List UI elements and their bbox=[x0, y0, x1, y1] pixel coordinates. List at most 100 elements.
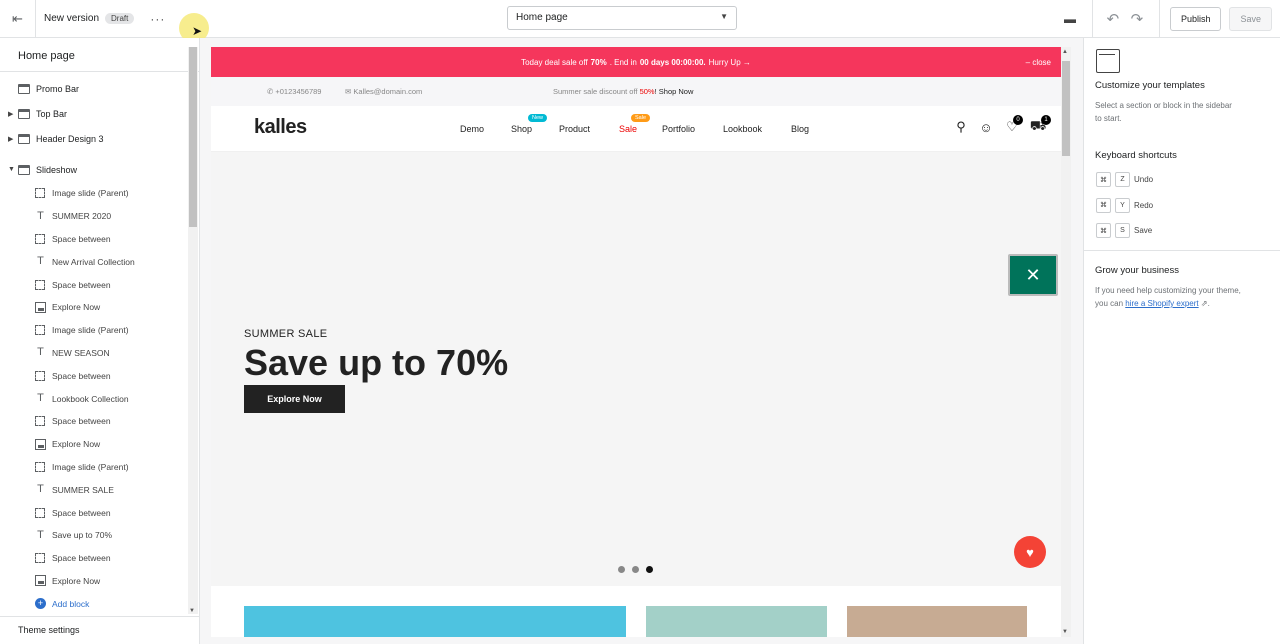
customize-desc: Select a section or block in the sidebar… bbox=[1095, 101, 1232, 123]
cursor-icon: ➤ bbox=[192, 24, 203, 38]
block-item[interactable]: Image slide (Parent) bbox=[0, 182, 188, 205]
shop-now-link[interactable]: ! Shop Now bbox=[655, 87, 694, 96]
scrollbar-thumb[interactable] bbox=[1062, 61, 1070, 156]
banner-3[interactable] bbox=[847, 606, 1027, 637]
store-topbar: ✆ +0123456789 ✉ Kalles@domain.com Summer… bbox=[211, 77, 1061, 106]
section-slideshow[interactable]: ▼ Slideshow bbox=[0, 157, 188, 182]
heart-icon: ♥ bbox=[1026, 544, 1034, 560]
section-promo-bar[interactable]: Promo Bar bbox=[0, 76, 188, 101]
publish-button[interactable]: Publish bbox=[1169, 7, 1222, 31]
scrollbar-thumb[interactable] bbox=[189, 47, 197, 227]
block-item[interactable]: T Save up to 70% bbox=[0, 524, 188, 547]
scroll-down-arrow[interactable]: ▼ bbox=[189, 608, 195, 614]
block-item[interactable]: T New Arrival Collection bbox=[0, 250, 188, 273]
nav-sale[interactable]: Sale bbox=[619, 124, 637, 134]
nav-product[interactable]: Product bbox=[559, 124, 590, 134]
tools-button[interactable]: ✕ bbox=[1008, 254, 1058, 296]
desktop-icon[interactable]: ▬ bbox=[1060, 9, 1080, 29]
command-key-icon: ⌘ bbox=[1096, 197, 1111, 213]
text-icon: T bbox=[37, 392, 44, 405]
section-list: Promo Bar ▶ Top Bar ▶ Header Design 3 ▼ … bbox=[0, 76, 188, 615]
new-badge: New bbox=[528, 114, 548, 122]
shortcuts-title: Keyboard shortcuts bbox=[1095, 150, 1177, 161]
exit-button[interactable]: ⇤ bbox=[0, 0, 36, 38]
text-icon: T bbox=[37, 528, 44, 541]
sections-panel: Home page Promo Bar ▶ Top Bar ▶ Header D… bbox=[0, 38, 200, 644]
hero-slideshow: SUMMER SALE Save up to 70% Explore Now ✕… bbox=[211, 152, 1061, 586]
button-icon bbox=[35, 438, 46, 450]
tools-icon: ✕ bbox=[1025, 264, 1041, 285]
command-key-icon: ⌘ bbox=[1096, 172, 1111, 187]
sale-badge: Sale bbox=[631, 114, 651, 122]
plus-icon: + bbox=[35, 598, 46, 610]
block-item[interactable]: T SUMMER SALE bbox=[0, 478, 188, 501]
block-item[interactable]: Image slide (Parent) bbox=[0, 456, 188, 479]
slide-dot-3[interactable] bbox=[646, 566, 653, 573]
block-item[interactable]: T SUMMER 2020 bbox=[0, 205, 188, 228]
scroll-up-arrow[interactable]: ▲ bbox=[1062, 49, 1068, 55]
slide-dot-1[interactable] bbox=[618, 566, 625, 573]
block-item[interactable]: T NEW SEASON bbox=[0, 342, 188, 365]
spacer-icon bbox=[35, 325, 45, 336]
undo-icon[interactable]: ↶ bbox=[1101, 7, 1125, 31]
text-icon: T bbox=[37, 209, 44, 222]
nav-blog[interactable]: Blog bbox=[791, 124, 809, 134]
nav-demo[interactable]: Demo bbox=[460, 124, 484, 134]
block-item[interactable]: Explore Now bbox=[0, 296, 188, 319]
section-icon bbox=[18, 133, 30, 144]
nav-lookbook[interactable]: Lookbook bbox=[723, 124, 762, 134]
promo-close-button[interactable]: – close bbox=[1026, 58, 1051, 67]
block-item[interactable]: Space between bbox=[0, 547, 188, 570]
nav-portfolio[interactable]: Portfolio bbox=[662, 124, 695, 134]
nav-shop[interactable]: Shop bbox=[511, 124, 532, 134]
block-item[interactable]: Space between bbox=[0, 228, 188, 251]
store-preview: Today deal sale off 70% . End in 00 days… bbox=[211, 47, 1061, 637]
redo-icon[interactable]: ↷ bbox=[1125, 7, 1149, 31]
theme-settings-link[interactable]: Theme settings bbox=[0, 616, 200, 644]
chevron-right-icon[interactable]: ▶ bbox=[8, 110, 13, 118]
account-icon[interactable]: ☺ bbox=[978, 119, 994, 135]
explore-now-button[interactable]: Explore Now bbox=[244, 385, 345, 413]
search-icon[interactable]: ⚲ bbox=[953, 119, 969, 135]
block-item[interactable]: Explore Now bbox=[0, 570, 188, 593]
block-item[interactable]: Space between bbox=[0, 364, 188, 387]
page-select[interactable]: Home page ▼ bbox=[507, 6, 737, 30]
shortcut-row: ⌘ Z Undo bbox=[1096, 172, 1153, 187]
block-item[interactable]: Space between bbox=[0, 410, 188, 433]
text-icon: T bbox=[37, 255, 44, 268]
store-logo[interactable]: kalles bbox=[254, 116, 307, 139]
store-header: kalles Demo Shop New Product Sale Sale P… bbox=[211, 106, 1061, 152]
hurry-up-link[interactable]: Hurry Up → bbox=[709, 58, 751, 67]
scroll-down-arrow[interactable]: ▼ bbox=[1062, 629, 1068, 635]
chevron-right-icon[interactable]: ▶ bbox=[8, 135, 13, 143]
preview-scrollbar[interactable]: ▲ ▼ bbox=[1061, 47, 1071, 637]
wishlist-float-button[interactable]: ♥ bbox=[1014, 536, 1046, 568]
promo-countdown: 00 days 00:00:00. bbox=[639, 57, 706, 67]
chevron-down-icon[interactable]: ▼ bbox=[8, 166, 15, 173]
banner-2[interactable] bbox=[646, 606, 827, 637]
shortcut-label: Undo bbox=[1134, 175, 1154, 184]
banner-1[interactable] bbox=[244, 606, 626, 637]
add-block-button[interactable]: + Add block bbox=[0, 592, 188, 615]
section-header[interactable]: ▶ Header Design 3 bbox=[0, 126, 188, 151]
slide-dot-2[interactable] bbox=[632, 566, 639, 573]
spacer-icon bbox=[35, 188, 45, 199]
spacer-icon bbox=[35, 461, 45, 472]
more-actions-button[interactable]: ··· bbox=[150, 12, 165, 26]
promo-bar[interactable]: Today deal sale off 70% . End in 00 days… bbox=[211, 47, 1061, 77]
shortcut-key: S bbox=[1115, 223, 1130, 238]
block-item[interactable]: Image slide (Parent) bbox=[0, 319, 188, 342]
wishlist-count: 0 bbox=[1013, 115, 1023, 125]
section-top-bar[interactable]: ▶ Top Bar bbox=[0, 101, 188, 126]
save-button[interactable]: Save bbox=[1229, 7, 1272, 31]
sidebar-scrollbar[interactable]: ▼ bbox=[188, 47, 198, 614]
block-item[interactable]: Space between bbox=[0, 273, 188, 296]
block-item[interactable]: Explore Now bbox=[0, 433, 188, 456]
block-item[interactable]: T Lookbook Collection bbox=[0, 387, 188, 410]
hire-expert-link[interactable]: hire a Shopify expert bbox=[1125, 299, 1198, 308]
text-icon: T bbox=[37, 483, 44, 496]
block-item[interactable]: Space between bbox=[0, 501, 188, 524]
button-icon bbox=[35, 575, 46, 587]
spacer-icon bbox=[35, 233, 45, 244]
shortcut-key: Z bbox=[1115, 172, 1130, 187]
